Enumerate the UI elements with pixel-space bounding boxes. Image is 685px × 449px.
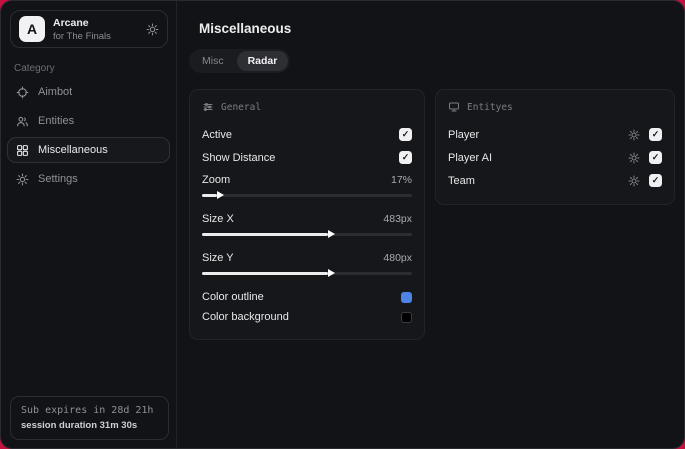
brand-settings-gear-icon[interactable] (146, 23, 159, 36)
sidebar-item-label: Aimbot (38, 86, 73, 98)
monitor-icon (448, 101, 460, 113)
brand-subtitle: for The Finals (53, 30, 111, 42)
general-panel: General Active Show Distance Zoom 17% (189, 89, 425, 340)
app-window: A Arcane for The Finals Category Aimbot … (0, 0, 685, 449)
slider-label: Size Y (202, 251, 234, 264)
color-label: Color outline (202, 291, 264, 303)
slider-track (202, 194, 412, 197)
sidebar-item-entities[interactable]: Entities (7, 108, 170, 134)
sidebar-item-label: Entities (38, 115, 75, 127)
sidebar-item-aimbot[interactable]: Aimbot (7, 79, 170, 105)
slider-label: Size X (202, 212, 234, 225)
slider-group-size-x: Size X 483px (202, 209, 412, 240)
size-x-slider[interactable] (202, 229, 412, 240)
entity-controls (628, 151, 662, 164)
active-checkbox[interactable] (399, 128, 412, 141)
slider-fill (202, 269, 335, 277)
entity-row-player-ai: Player AI (448, 146, 662, 169)
slider-value: 17% (390, 173, 412, 186)
slider-label: Zoom (202, 173, 231, 186)
brand-name: Arcane (53, 16, 89, 29)
sidebar-item-label: Settings (38, 173, 78, 185)
zoom-slider[interactable] (202, 190, 412, 201)
slider-group-size-y: Size Y 480px (202, 248, 412, 279)
entity-row-team: Team (448, 169, 662, 192)
slider-label-row: Size X 483px (202, 209, 412, 228)
brand-text: Arcane for The Finals (53, 17, 111, 42)
brand-card: A Arcane for The Finals (10, 10, 168, 48)
color-row-background: Color background (202, 307, 412, 327)
general-panel-header: General (202, 101, 412, 113)
slider-label-row: Size Y 480px (202, 248, 412, 267)
team-settings-gear-icon[interactable] (628, 175, 640, 187)
toggle-row-active: Active (202, 123, 412, 146)
color-background-swatch[interactable] (401, 311, 412, 323)
player-checkbox[interactable] (649, 128, 662, 141)
sidebar-item-settings[interactable]: Settings (7, 166, 170, 192)
tab-radar[interactable]: Radar (236, 51, 289, 71)
entity-label: Player (448, 128, 480, 141)
toggle-row-show-distance: Show Distance (202, 146, 412, 169)
sidebar-item-miscellaneous[interactable]: Miscellaneous (7, 137, 170, 163)
slider-thumb[interactable] (328, 269, 335, 277)
slider-value: 480px (383, 251, 412, 264)
entity-controls (628, 128, 662, 141)
tab-bar: Misc Radar (189, 49, 291, 73)
entities-icon (16, 115, 29, 128)
player-settings-gear-icon[interactable] (628, 129, 640, 141)
slider-thumb[interactable] (216, 191, 224, 199)
session-duration-text: session duration 31m 30s (21, 420, 138, 431)
toggle-label: Show Distance (202, 151, 276, 164)
main-content: Miscellaneous Misc Radar General Active … (177, 1, 684, 448)
page-title: Miscellaneous (199, 21, 292, 36)
entities-panel-title: Entityes (467, 101, 513, 113)
entity-row-player: Player (448, 123, 662, 146)
team-checkbox[interactable] (649, 174, 662, 187)
entities-panel: Entityes Player P (435, 89, 675, 205)
panels-row: General Active Show Distance Zoom 17% (189, 89, 675, 340)
player-ai-checkbox[interactable] (649, 151, 662, 164)
player-ai-settings-gear-icon[interactable] (628, 152, 640, 164)
grid-icon (16, 144, 29, 157)
slider-label-row: Zoom 17% (202, 170, 412, 189)
entity-controls (628, 174, 662, 187)
slider-group-zoom: Zoom 17% (202, 170, 412, 201)
show-distance-checkbox[interactable] (399, 151, 412, 164)
crosshair-icon (16, 86, 29, 99)
avatar-letter: A (26, 21, 38, 37)
avatar: A (19, 16, 45, 42)
sidebar-item-label: Miscellaneous (38, 144, 108, 156)
color-label: Color background (202, 311, 289, 323)
slider-fill (202, 191, 224, 199)
entity-label: Team (448, 174, 475, 187)
sidebar-nav: Aimbot Entities Miscellaneous Settings (1, 79, 176, 192)
sliders-icon (202, 101, 214, 113)
sidebar: A Arcane for The Finals Category Aimbot … (1, 1, 177, 448)
slider-value: 483px (383, 212, 412, 225)
entities-panel-header: Entityes (448, 101, 662, 113)
sub-expiry-text: Sub expires in 28d 21h (21, 405, 154, 416)
color-outline-swatch[interactable] (401, 291, 412, 303)
slider-fill (202, 230, 335, 238)
slider-thumb[interactable] (328, 230, 335, 238)
tab-misc[interactable]: Misc (191, 51, 235, 71)
category-label: Category (14, 63, 55, 74)
general-panel-title: General (221, 101, 262, 113)
entity-label: Player AI (448, 151, 493, 164)
toggle-label: Active (202, 128, 232, 141)
subscription-footer: Sub expires in 28d 21h session duration … (10, 396, 169, 440)
size-y-slider[interactable] (202, 268, 412, 279)
color-row-outline: Color outline (202, 287, 412, 307)
gear-icon (16, 173, 29, 186)
